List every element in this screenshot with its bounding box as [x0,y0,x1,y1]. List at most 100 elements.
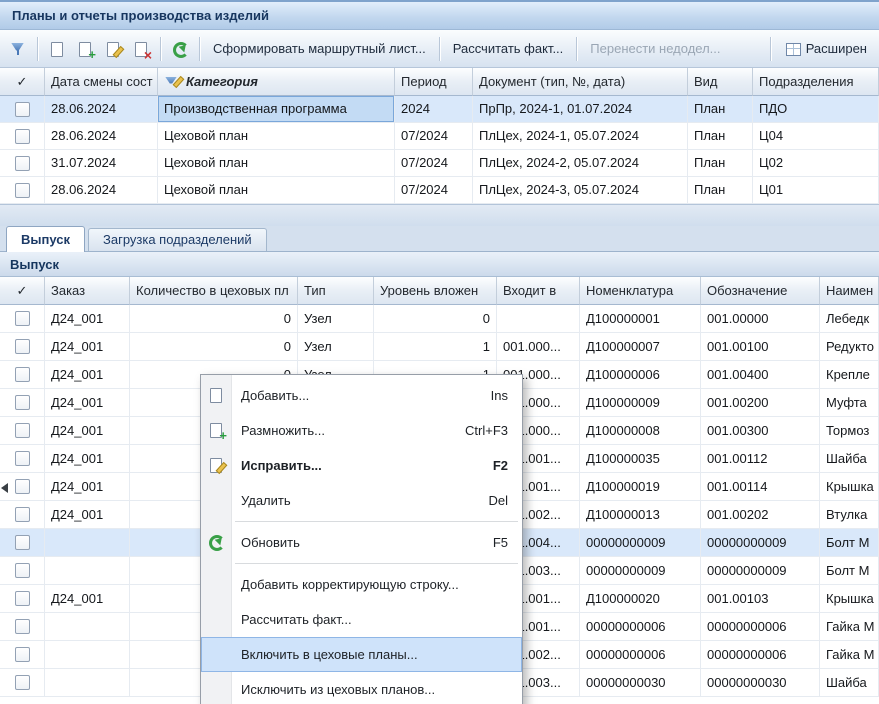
context-menu-item[interactable]: Размножить... Ctrl+F3 [201,413,522,448]
cell-name[interactable]: Болт М [820,557,879,585]
cell-category[interactable]: Производственная программа [158,96,395,123]
context-menu-item[interactable] [201,560,522,567]
cell-name[interactable]: Крышка [820,585,879,613]
filter-button[interactable] [4,36,32,62]
cell-category[interactable]: Цеховой план [158,123,395,150]
delete-button[interactable] [127,36,155,62]
output-table-row[interactable]: Д24_001 0 Узел 1 001.000... Д100000007 0… [0,333,879,361]
plans-table-row[interactable]: 28.06.2024 Производственная программа 20… [0,96,879,123]
header-department[interactable]: Подразделения [753,68,879,96]
cell-designation[interactable]: 00000000009 [701,557,820,585]
calc-fact-button[interactable]: Рассчитать факт... [445,36,572,62]
row-checkbox[interactable] [15,675,30,690]
header-type[interactable]: Тип [298,277,374,305]
row-checkbox[interactable] [15,479,30,494]
cell-order[interactable]: Д24_001 [45,417,130,445]
cell-order[interactable]: Д24_001 [45,501,130,529]
context-menu-item[interactable]: Исключить из цеховых планов... [201,672,522,704]
header-order[interactable]: Заказ [45,277,130,305]
cell-name[interactable]: Редукто [820,333,879,361]
cell-date[interactable]: 28.06.2024 [45,177,158,204]
cell-order[interactable]: Д24_001 [45,361,130,389]
row-checkbox[interactable] [15,647,30,662]
row-checkbox[interactable] [15,395,30,410]
cell-nomenclature[interactable]: Д100000020 [580,585,701,613]
cell-document[interactable]: ПрПр, 2024-1, 01.07.2024 [473,96,688,123]
header-category[interactable]: Категория [158,68,395,96]
route-list-button[interactable]: Сформировать маршрутный лист... [205,36,434,62]
cell-parent[interactable] [497,305,580,333]
cell-order[interactable]: Д24_001 [45,389,130,417]
cell-designation[interactable]: 00000000009 [701,529,820,557]
header-kind[interactable]: Вид [688,68,753,96]
cell-kind[interactable]: План [688,123,753,150]
context-menu-item[interactable]: Исправить... F2 [201,448,522,483]
cell-name[interactable]: Лебедк [820,305,879,333]
header-qty[interactable]: Количество в цеховых пл [130,277,298,305]
context-menu-item[interactable]: Добавить... Ins [201,378,522,413]
cell-order[interactable]: Д24_001 [45,445,130,473]
header-check[interactable]: ✓ [0,277,45,305]
row-checkbox[interactable] [15,507,30,522]
cell-order[interactable]: Д24_001 [45,333,130,361]
row-checkbox[interactable] [15,535,30,550]
cell-order[interactable] [45,557,130,585]
cell-date[interactable]: 28.06.2024 [45,123,158,150]
cell-order[interactable]: Д24_001 [45,305,130,333]
cell-designation[interactable]: 00000000030 [701,669,820,697]
row-checkbox[interactable] [15,339,30,354]
cell-department[interactable]: Ц04 [753,123,879,150]
cell-kind[interactable]: План [688,96,753,123]
row-checkbox[interactable] [15,451,30,466]
row-checkbox[interactable] [15,311,30,326]
context-menu-item[interactable]: Обновить F5 [201,525,522,560]
cell-level[interactable]: 0 [374,305,497,333]
row-checkbox[interactable] [15,183,30,198]
add-button[interactable] [43,36,71,62]
row-checkbox[interactable] [15,619,30,634]
cell-name[interactable]: Тормоз [820,417,879,445]
row-checkbox[interactable] [15,129,30,144]
cell-designation[interactable]: 00000000006 [701,613,820,641]
header-period[interactable]: Период [395,68,473,96]
cell-category[interactable]: Цеховой план [158,177,395,204]
cell-name[interactable]: Шайба [820,445,879,473]
cell-designation[interactable]: 001.00114 [701,473,820,501]
cell-nomenclature[interactable]: Д100000009 [580,389,701,417]
context-menu-item[interactable]: Добавить корректирующую строку... [201,567,522,602]
header-date[interactable]: Дата смены сост [45,68,158,96]
cell-order[interactable] [45,669,130,697]
row-checkbox[interactable] [15,423,30,438]
splitter-belt[interactable] [0,204,879,227]
cell-designation[interactable]: 001.00103 [701,585,820,613]
tab-department-load[interactable]: Загрузка подразделений [88,228,267,251]
output-table-row[interactable]: Д24_001 0 Узел 0 Д100000001 001.00000 Ле… [0,305,879,333]
cell-nomenclature[interactable]: 00000000009 [580,557,701,585]
cell-nomenclature[interactable]: Д100000007 [580,333,701,361]
cell-qty[interactable]: 0 [130,333,298,361]
row-checkbox[interactable] [15,156,30,171]
cell-period[interactable]: 07/2024 [395,123,473,150]
cell-nomenclature[interactable]: Д100000008 [580,417,701,445]
cell-nomenclature[interactable]: 00000000030 [580,669,701,697]
row-checkbox[interactable] [15,591,30,606]
cell-parent[interactable]: 001.000... [497,333,580,361]
cell-order[interactable]: Д24_001 [45,585,130,613]
context-menu-item[interactable]: Рассчитать факт... [201,602,522,637]
header-parent[interactable]: Входит в [497,277,580,305]
header-level[interactable]: Уровень вложен [374,277,497,305]
cell-document[interactable]: ПлЦех, 2024-2, 05.07.2024 [473,150,688,177]
cell-designation[interactable]: 001.00200 [701,389,820,417]
cell-designation[interactable]: 001.00000 [701,305,820,333]
cell-designation[interactable]: 00000000006 [701,641,820,669]
cell-period[interactable]: 07/2024 [395,177,473,204]
cell-nomenclature[interactable]: Д100000013 [580,501,701,529]
plans-table-row[interactable]: 28.06.2024 Цеховой план 07/2024 ПлЦех, 2… [0,177,879,204]
cell-name[interactable]: Крышка [820,473,879,501]
cell-date[interactable]: 28.06.2024 [45,96,158,123]
cell-department[interactable]: ПДО [753,96,879,123]
header-nomenclature[interactable]: Номенклатура [580,277,701,305]
extended-button[interactable]: Расширен [776,36,875,62]
header-designation[interactable]: Обозначение [701,277,820,305]
cell-level[interactable]: 1 [374,333,497,361]
